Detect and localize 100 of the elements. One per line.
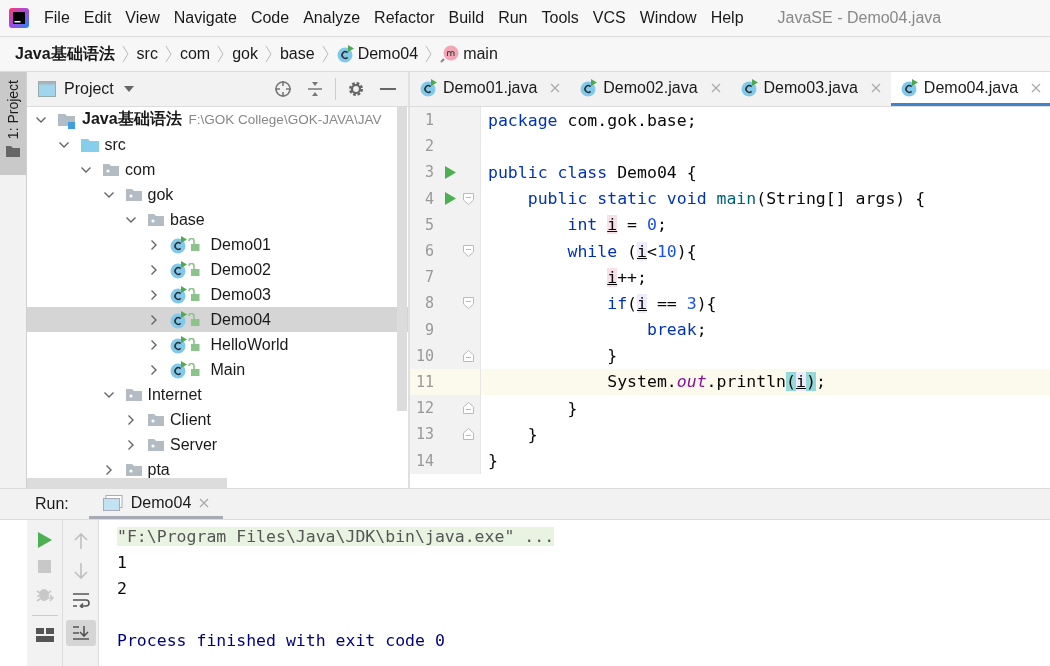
close-icon[interactable] [199,497,210,508]
lock-icon [187,263,200,276]
scroll-to-end-button[interactable] [65,620,96,646]
tree-item[interactable]: Demo02 [27,257,408,282]
menu-item[interactable]: File [44,9,70,27]
breadcrumb[interactable]: Java基础语法 [15,43,115,65]
line-number: 11 [414,372,434,391]
code-line: } [488,451,498,471]
menu-item[interactable]: View [125,9,160,27]
class-icon [900,78,919,97]
editor-tab[interactable]: Demo01.java [410,72,571,106]
tree-item[interactable]: src [27,132,408,157]
breadcrumb[interactable]: Demo04 [336,45,419,63]
editor-tab[interactable]: Demo03.java [730,72,891,106]
tree-item[interactable]: base [27,207,408,232]
menu-item[interactable]: Code [250,9,290,27]
tree-item[interactable]: gok [27,182,408,207]
code-line: } [606,346,618,366]
soft-wrap-icon[interactable] [71,592,90,608]
tree-item[interactable]: Demo04 [27,307,408,332]
package-folder-icon [147,412,165,427]
code-line: } [566,398,578,418]
breadcrumb[interactable]: base [279,45,315,63]
breadcrumb[interactable]: com [179,45,211,63]
package-folder-icon [147,212,165,227]
class-icon [169,310,188,329]
tree-item[interactable]: HelloWorld [27,332,408,357]
scroll-to-end-icon [71,625,90,641]
tree-item[interactable]: Client [27,407,408,432]
menu-item[interactable]: Navigate [173,9,237,27]
code-line: i++; [606,267,647,287]
tree-item[interactable]: Main [27,357,408,382]
app-logo-icon[interactable] [9,8,29,28]
menu-item[interactable]: VCS [592,9,626,27]
menu-item[interactable]: Build [448,9,485,27]
class-icon [169,335,188,354]
code-line: while (i<10){ [566,241,697,261]
class-icon [420,78,438,97]
menu-item[interactable]: Tools [541,9,579,27]
console-line: 1 [117,552,127,572]
project-view-dropdown[interactable]: Project [64,80,134,98]
menu-item[interactable]: Edit [83,9,112,27]
project-tool-tab[interactable]: 1: Project [0,72,26,175]
package-folder-icon [124,387,143,402]
tree-item[interactable]: Demo03 [27,282,408,307]
separator-icon [425,44,434,64]
breadcrumb[interactable]: src [136,45,158,63]
class-icon [169,360,188,379]
line-number: 1 [423,111,434,130]
run-icon[interactable] [445,165,456,179]
class-icon [169,235,188,254]
editor-tab[interactable]: Demo04.java [890,72,1050,106]
code-line: if(i == 3){ [606,293,717,313]
class-icon [336,45,355,63]
tree-item[interactable]: Internet [27,382,408,407]
package-folder-icon [124,462,143,477]
caret-icon [123,86,134,92]
run-tab[interactable]: Demo04 [88,489,224,519]
package-folder-icon [124,187,143,202]
run-icon[interactable] [445,192,456,206]
lock-icon [187,288,200,301]
line-number: 4 [423,189,434,208]
close-icon[interactable] [710,82,721,93]
tree-item[interactable]: pta [27,457,408,482]
layout-icon[interactable] [35,628,54,642]
locate-icon[interactable] [274,80,292,98]
code-line: } [526,424,538,444]
line-number: 12 [414,399,434,418]
menu-item[interactable]: Help [710,9,744,27]
lock-icon [187,313,200,326]
package-folder-icon [102,162,120,177]
breadcrumb[interactable]: main [440,44,498,64]
tree-item[interactable]: Demo01 [27,232,408,257]
class-icon [169,260,188,279]
tree-item[interactable]: Java基础语法 F:\GOK College\GOK-JAVA\JAV [27,107,408,132]
menu-item[interactable]: Run [498,9,528,27]
close-icon[interactable] [550,82,561,93]
lock-icon [187,238,200,251]
close-icon[interactable] [1031,82,1042,93]
separator-icon [121,44,130,64]
separator-icon [217,44,226,64]
code-line: public static void main(String[] args) { [526,189,926,209]
close-icon[interactable] [870,82,881,93]
menu-item[interactable]: Refactor [374,9,435,27]
editor-tab[interactable]: Demo02.java [570,72,731,106]
menu-item[interactable]: Analyze [303,9,361,27]
class-icon [169,285,188,304]
breadcrumb[interactable]: gok [232,45,258,63]
menu-item[interactable]: Window [639,9,697,27]
package-folder-icon [147,437,165,452]
separator-icon [321,44,330,64]
tree-item[interactable]: Server [27,432,408,457]
settings-icon[interactable] [347,80,365,98]
separator-icon [264,44,273,64]
collapse-all-icon[interactable] [306,80,324,98]
tree-item[interactable]: com [27,157,408,182]
console-icon [102,494,123,511]
scrollbar[interactable] [27,478,227,488]
scrollbar[interactable] [397,107,407,411]
run-icon[interactable] [37,532,52,548]
